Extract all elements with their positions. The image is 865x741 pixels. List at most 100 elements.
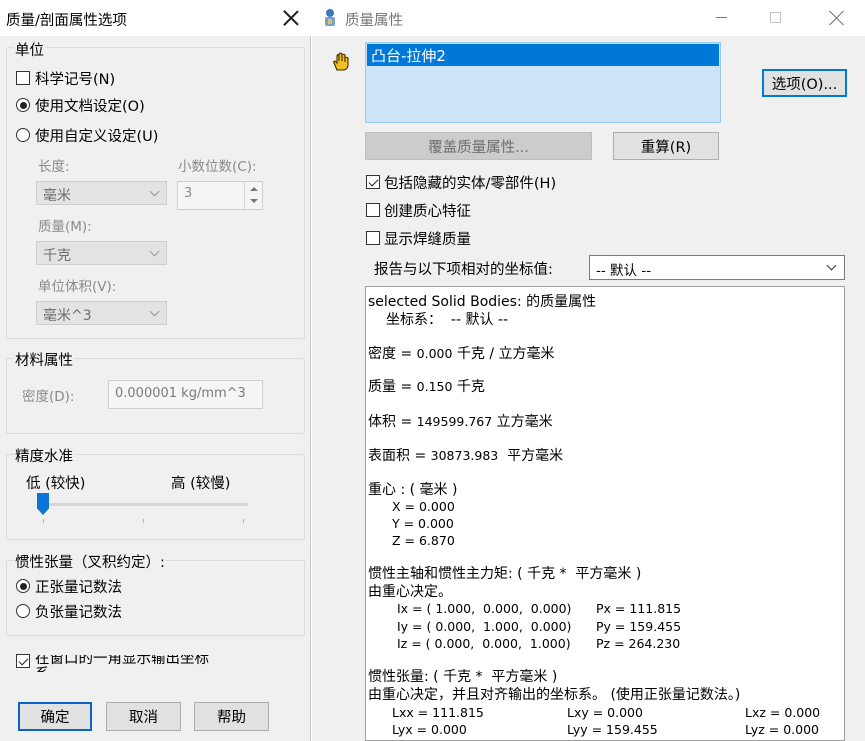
- cancel-button[interactable]: 取消: [106, 702, 181, 731]
- use-document-settings-label: 使用文档设定(O): [35, 99, 145, 115]
- left-titlebar: 质量/剖面属性选项: [0, 0, 311, 36]
- results-pz: Pz = 264.230: [596, 636, 681, 651]
- results-principal-sub: 由重心决定。: [368, 584, 452, 600]
- slider-tick: [43, 519, 44, 523]
- results-com-x: X = 0.000: [392, 499, 455, 514]
- accuracy-group: [6, 454, 305, 540]
- results-lyy: Lyy = 159.455: [567, 722, 658, 737]
- use-custom-settings-label: 使用自定义设定(U): [35, 129, 159, 145]
- results-com-z: Z = 6.870: [392, 533, 455, 548]
- right-window-title: 质量属性: [345, 13, 403, 29]
- include-hidden-label: 包括隐藏的实体/零部件(H): [384, 176, 557, 192]
- results-com-y: Y = 0.000: [392, 516, 454, 531]
- maximize-icon[interactable]: [770, 12, 781, 23]
- create-com-label: 创建质心特征: [384, 204, 471, 220]
- use-document-settings-radio[interactable]: [16, 98, 30, 112]
- results-px: Px = 111.815: [596, 601, 682, 616]
- length-label: 长度:: [38, 159, 70, 175]
- results-py: Py = 159.455: [596, 619, 682, 634]
- decimal-places-spinner[interactable]: 3: [177, 181, 263, 210]
- results-lxx: Lxx = 111.815: [392, 705, 484, 720]
- results-volume: 体积 = 149599.767 立方毫米: [368, 414, 553, 430]
- mass-properties-window: 质量属性 凸台-拉伸2 选项(O)... 覆盖质量属性... 重算(R) 包括隐…: [312, 0, 865, 741]
- show-weld-checkbox[interactable]: [366, 231, 380, 245]
- help-button[interactable]: 帮助: [194, 702, 269, 731]
- chevron-down-icon: [826, 260, 837, 271]
- show-output-coord-label: 在窗口的一角显示输出坐标 系: [35, 655, 255, 672]
- slider-tick: [143, 519, 144, 523]
- results-lyx: Lyx = 0.000: [392, 722, 467, 737]
- results-textbox[interactable]: selected Solid Bodies: 的质量属性 坐标系： -- 默认 …: [365, 286, 845, 741]
- results-header: selected Solid Bodies: 的质量属性: [368, 294, 597, 310]
- length-select[interactable]: 毫米: [36, 181, 167, 205]
- options-button[interactable]: 选项(O)...: [762, 69, 847, 97]
- selected-bodies-list[interactable]: 凸台-拉伸2: [365, 42, 721, 123]
- positive-tensor-label: 正张量记数法: [35, 580, 122, 596]
- scientific-notation-label: 科学记号(N): [35, 72, 116, 88]
- results-mass: 质量 = 0.150 千克: [368, 379, 485, 395]
- mass-properties-app-icon: [325, 9, 335, 26]
- results-com-heading: 重心 : ( 毫米 ): [368, 482, 458, 498]
- results-lxz: Lxz = 0.000: [745, 705, 821, 720]
- mass-section-options-dialog: 质量/剖面属性选项 单位 科学记号(N) 使用文档设定(O) 使用自定义设定(U…: [0, 0, 311, 741]
- volume-unit-label: 单位体积(V):: [38, 279, 117, 295]
- hand-pointer-icon: [333, 52, 349, 71]
- results-tensor-heading: 惯性张量: ( 千克 * 平方毫米 ): [368, 669, 558, 685]
- results-iy: Iy = ( 0.000, 1.000, 0.000): [397, 619, 572, 634]
- density-label: 密度(D):: [22, 389, 75, 405]
- density-field[interactable]: 0.000001 kg/mm^3: [108, 380, 263, 409]
- decimal-places-label: 小数位数(C):: [178, 159, 257, 175]
- results-tensor-sub: 由重心决定，并且对齐输出的坐标系。 (使用正张量记数法。): [368, 687, 741, 703]
- mass-unit-label: 质量(M):: [38, 219, 92, 235]
- close-icon[interactable]: [281, 8, 301, 28]
- chevron-down-icon: [149, 186, 160, 197]
- coordinate-system-select[interactable]: -- 默认 --: [589, 255, 845, 280]
- selected-body-label: 凸台-拉伸2: [371, 47, 446, 65]
- chevron-down-icon: [149, 306, 160, 317]
- accuracy-low-label: 低 (较快): [26, 476, 86, 492]
- show-output-coord-line2: 系: [35, 663, 50, 672]
- accuracy-high-label: 高 (较慢): [171, 476, 231, 492]
- inertia-heading: 惯性张量（叉积约定）:: [14, 551, 166, 572]
- use-custom-settings-radio[interactable]: [16, 128, 30, 142]
- spin-up-icon[interactable]: [250, 187, 258, 191]
- results-surface-area: 表面积 = 30873.983 平方毫米: [368, 448, 564, 464]
- recalculate-button[interactable]: 重算(R): [613, 132, 719, 160]
- decimal-places-value: 3: [184, 186, 193, 201]
- show-output-coord-line1: 在窗口的一角显示输出坐标: [35, 655, 209, 667]
- material-heading: 材料属性: [14, 349, 74, 370]
- mass-unit-select-value: 千克: [43, 248, 71, 264]
- units-heading: 单位: [14, 39, 45, 60]
- positive-tensor-radio[interactable]: [16, 579, 30, 593]
- results-lyz: Lyz = 0.000: [745, 722, 819, 737]
- list-item[interactable]: 凸台-拉伸2: [367, 44, 719, 66]
- spin-down-icon[interactable]: [250, 199, 258, 203]
- minimize-icon[interactable]: [716, 17, 727, 18]
- accuracy-slider-track[interactable]: [37, 503, 248, 506]
- negative-tensor-radio[interactable]: [16, 604, 30, 618]
- accuracy-heading: 精度水准: [14, 445, 74, 466]
- volume-unit-select[interactable]: 毫米^3: [36, 301, 167, 325]
- results-ix: Ix = ( 1.000, 0.000, 0.000): [397, 601, 572, 616]
- ok-button[interactable]: 确定: [18, 702, 92, 731]
- results-iz: Iz = ( 0.000, 0.000, 1.000): [397, 636, 571, 651]
- close-icon[interactable]: [827, 8, 847, 28]
- results-coord-sys: 坐标系： -- 默认 --: [386, 312, 509, 328]
- include-hidden-checkbox[interactable]: [366, 175, 380, 189]
- spinner-buttons[interactable]: [244, 182, 262, 209]
- mass-unit-select[interactable]: 千克: [36, 241, 167, 265]
- create-com-checkbox[interactable]: [366, 203, 380, 217]
- negative-tensor-label: 负张量记数法: [35, 605, 122, 621]
- results-principal-heading: 惯性主轴和惯性主力矩: ( 千克 * 平方毫米 ): [368, 566, 642, 582]
- length-select-value: 毫米: [43, 188, 71, 204]
- show-output-coord-checkbox[interactable]: [16, 654, 30, 668]
- show-weld-label: 显示焊缝质量: [384, 232, 471, 248]
- scientific-notation-checkbox[interactable]: [16, 71, 30, 85]
- slider-tick: [243, 519, 244, 523]
- coordinate-system-value: -- 默认 --: [596, 263, 652, 279]
- report-coords-label: 报告与以下项相对的坐标值:: [374, 262, 553, 278]
- results-lxy: Lxy = 0.000: [567, 705, 643, 720]
- right-titlebar: 质量属性: [312, 0, 865, 36]
- override-mass-button[interactable]: 覆盖质量属性...: [365, 132, 592, 160]
- results-density: 密度 = 0.000 千克 / 立方毫米: [368, 346, 555, 362]
